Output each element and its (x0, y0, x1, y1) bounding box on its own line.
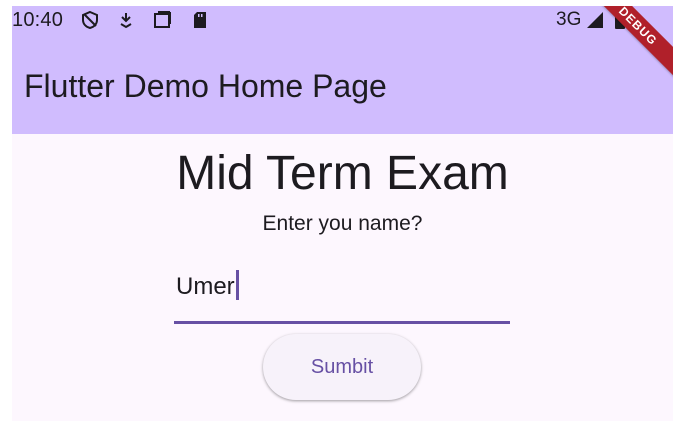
status-bar: 10:40 3G (12, 6, 673, 38)
app-bar: 10:40 3G Flutter Demo Home Page DEBUG (12, 6, 673, 134)
main-content: Mid Term Exam Enter you name? Umer Sumbi… (12, 134, 673, 421)
app-title: Flutter Demo Home Page (24, 68, 387, 104)
submit-button[interactable]: Sumbit (263, 334, 421, 400)
sd-card-icon (194, 12, 206, 28)
status-time: 10:40 (12, 9, 64, 31)
name-input-field[interactable]: Umer (174, 252, 510, 324)
square-icon (154, 11, 171, 28)
name-prompt-label: Enter you name? (262, 212, 423, 235)
name-input-text: Umer (176, 273, 235, 300)
signal-icon (587, 12, 603, 28)
shield-icon (82, 10, 98, 30)
network-type: 3G (556, 9, 582, 30)
name-input-value[interactable]: Umer (176, 270, 239, 301)
download-icon (120, 13, 132, 29)
page-heading: Mid Term Exam (176, 147, 509, 200)
phone-screen: 10:40 3G Flutter Demo Home Page DEBUG Mi… (12, 6, 673, 421)
text-cursor (235, 270, 239, 300)
